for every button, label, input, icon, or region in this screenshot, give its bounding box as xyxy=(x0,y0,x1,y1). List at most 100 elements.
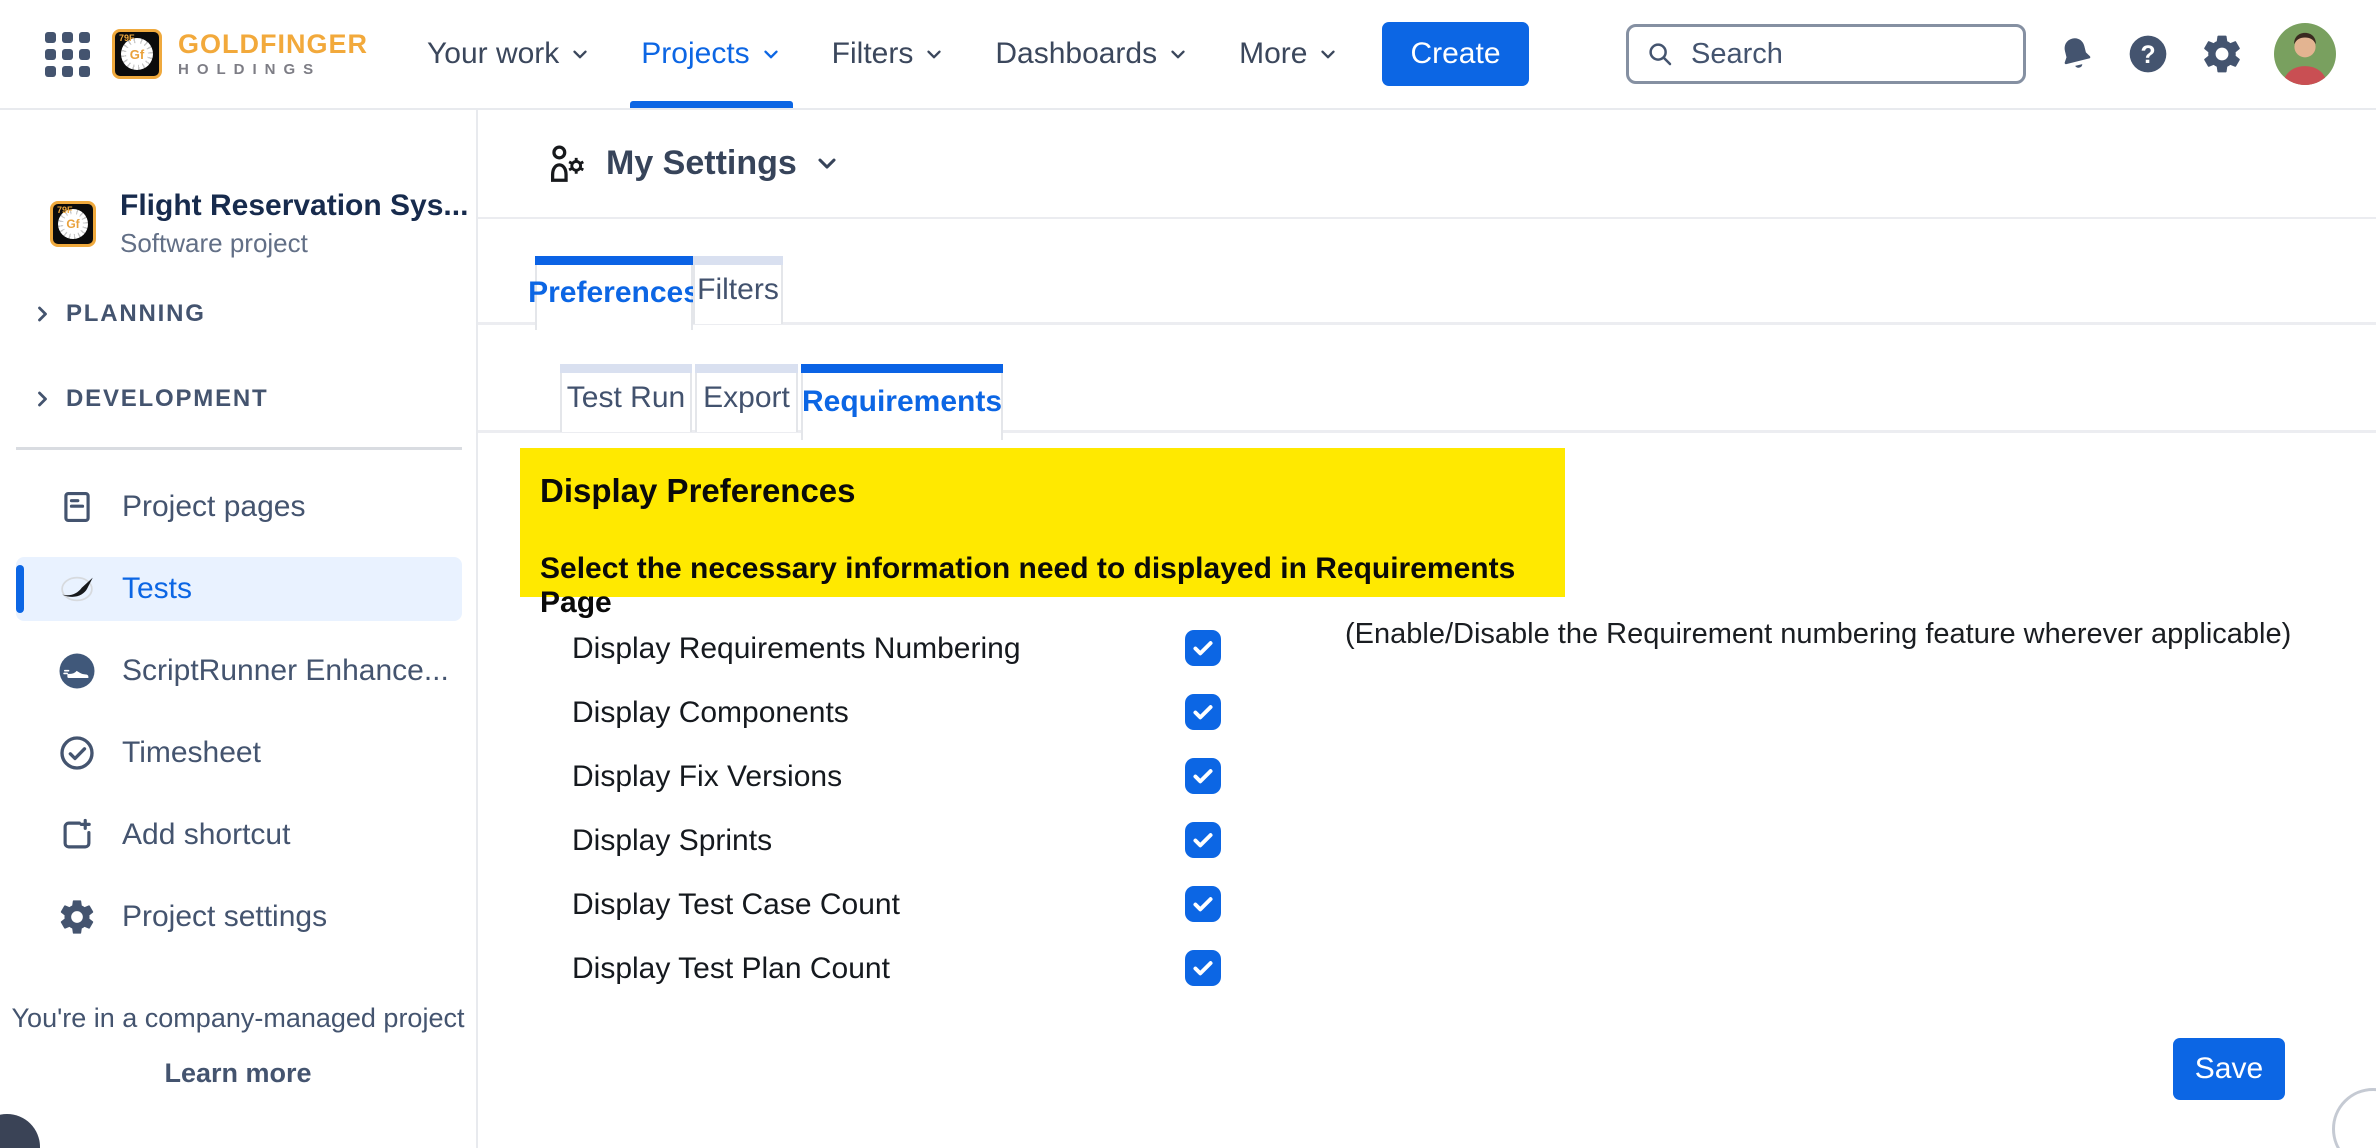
nav-projects[interactable]: Projects xyxy=(616,0,806,108)
sidebar-item-scriptrunner[interactable]: ScriptRunner Enhance... xyxy=(16,639,462,703)
requirements-numbering-note: (Enable/Disable the Requirement numberin… xyxy=(1345,618,2291,651)
preference-label: Display Test Plan Count xyxy=(572,952,890,986)
tab-label: Export xyxy=(703,381,790,415)
tab-preferences[interactable]: Preferences xyxy=(535,256,693,330)
search-icon xyxy=(1645,39,1675,69)
chevron-down-icon[interactable] xyxy=(813,149,841,177)
checkbox-display-test-case-count[interactable] xyxy=(1185,886,1221,922)
save-button[interactable]: Save xyxy=(2173,1038,2285,1100)
nav-more-label: More xyxy=(1239,37,1307,71)
learn-more-link[interactable]: Learn more xyxy=(0,1058,476,1089)
sidebar-item-timesheet[interactable]: Timesheet xyxy=(16,721,462,785)
brand-text: GOLDFINGER HOLDINGS xyxy=(178,31,368,77)
active-indicator-bar xyxy=(16,565,24,613)
nav-more[interactable]: More xyxy=(1214,0,1364,108)
scriptrunner-shoe-icon xyxy=(56,650,98,692)
project-type: Software project xyxy=(120,228,468,259)
project-header: 79F Gf Flight Reservation Sys... Softwar… xyxy=(50,188,468,259)
checkbox-display-components[interactable] xyxy=(1185,694,1221,730)
create-button[interactable]: Create xyxy=(1382,22,1528,86)
tab-filters[interactable]: Filters xyxy=(693,256,783,324)
brand-logo[interactable]: 79F Gf GOLDFINGER HOLDINGS xyxy=(112,29,368,79)
sidebar-item-label: ScriptRunner Enhance... xyxy=(122,654,449,688)
user-avatar[interactable] xyxy=(2274,23,2336,85)
sidebar-item-label: Project pages xyxy=(122,490,305,524)
floating-bubble-partial[interactable] xyxy=(2332,1088,2376,1148)
chevron-down-icon xyxy=(1317,43,1339,65)
add-shortcut-icon xyxy=(56,816,98,854)
my-settings-dropdown[interactable]: My Settings xyxy=(544,140,841,186)
gear-icon xyxy=(56,897,98,937)
tab-inactive-bar xyxy=(560,364,692,373)
sidebar-item-add-shortcut[interactable]: Add shortcut xyxy=(16,803,462,867)
checkbox-display-sprints[interactable] xyxy=(1185,822,1221,858)
help-icon[interactable]: ? xyxy=(2126,32,2170,76)
tab-inactive-bar xyxy=(695,364,798,373)
checkbox-display-test-plan-count[interactable] xyxy=(1185,950,1221,986)
search-box[interactable] xyxy=(1626,24,2026,84)
search-input[interactable] xyxy=(1689,37,2007,72)
sidebar-divider xyxy=(16,447,462,450)
display-preferences-banner: Display Preferences Select the necessary… xyxy=(520,448,1565,597)
checkbox-display-requirements-numbering[interactable] xyxy=(1185,630,1221,666)
chevron-down-icon xyxy=(923,43,945,65)
my-settings-icon xyxy=(544,140,590,186)
page-title: My Settings xyxy=(606,144,797,183)
nav-filters[interactable]: Filters xyxy=(807,0,971,108)
logo-monogram: Gf xyxy=(126,43,148,65)
main-content: My Settings Preferences Filters Test Run… xyxy=(478,110,2376,1148)
nav-projects-label: Projects xyxy=(641,37,749,71)
top-navigation: 79F Gf GOLDFINGER HOLDINGS Your work Pro… xyxy=(0,0,2376,110)
primary-nav: Your work Projects Filters Dashboards xyxy=(402,0,1364,108)
subtab-export[interactable]: Export xyxy=(695,364,798,432)
sidebar-section-label: PLANNING xyxy=(66,300,206,328)
sidebar-item-project-settings[interactable]: Project settings xyxy=(16,885,462,949)
subtab-test-run[interactable]: Test Run xyxy=(560,364,692,432)
tab-inactive-bar xyxy=(693,256,783,265)
project-avatar: 79F Gf xyxy=(50,201,96,247)
sidebar-section-planning[interactable]: PLANNING xyxy=(30,300,206,328)
sidebar-item-label: Add shortcut xyxy=(122,818,290,852)
app-switcher-icon[interactable] xyxy=(45,32,90,77)
notifications-bell-icon[interactable] xyxy=(2052,30,2100,78)
tab-label: Preferences xyxy=(528,276,700,310)
managed-project-message: You're in a company-managed project xyxy=(0,1003,476,1034)
tests-swoosh-icon xyxy=(56,568,98,610)
sidebar-section-label: DEVELOPMENT xyxy=(66,385,268,413)
chevron-down-icon xyxy=(760,43,782,65)
logo-corner-text: 79F xyxy=(119,33,135,43)
project-name: Flight Reservation Sys... xyxy=(120,188,468,224)
banner-subtitle: Select the necessary information need to… xyxy=(540,552,1565,620)
preference-label: Display Sprints xyxy=(572,824,772,858)
tab-label: Requirements xyxy=(802,385,1002,419)
goldfinger-logo-icon: 79F Gf xyxy=(112,29,162,79)
project-avatar-monogram: Gf xyxy=(63,214,83,234)
nav-dashboards-label: Dashboards xyxy=(995,37,1157,71)
header-divider xyxy=(478,217,2376,219)
project-sidebar: 79F Gf Flight Reservation Sys... Softwar… xyxy=(0,110,478,1148)
sidebar-item-label: Timesheet xyxy=(122,736,261,770)
nav-dashboards[interactable]: Dashboards xyxy=(970,0,1214,108)
floating-button-partial[interactable] xyxy=(0,1114,40,1148)
nav-filters-label: Filters xyxy=(832,37,914,71)
svg-text:?: ? xyxy=(2140,42,2155,69)
preference-label: Display Requirements Numbering xyxy=(572,632,1021,666)
chevron-down-icon xyxy=(569,43,591,65)
banner-title: Display Preferences xyxy=(540,472,1565,510)
preference-label: Display Components xyxy=(572,696,849,730)
sidebar-item-tests[interactable]: Tests xyxy=(16,557,462,621)
nav-your-work-label: Your work xyxy=(427,37,559,71)
sidebar-section-development[interactable]: DEVELOPMENT xyxy=(30,385,268,413)
sidebar-item-project-pages[interactable]: Project pages xyxy=(16,475,462,539)
settings-gear-icon[interactable] xyxy=(2200,32,2244,76)
subtab-requirements[interactable]: Requirements xyxy=(801,364,1003,440)
nav-your-work[interactable]: Your work xyxy=(402,0,616,108)
checkbox-display-fix-versions[interactable] xyxy=(1185,758,1221,794)
tab-active-bar xyxy=(801,364,1003,373)
pages-icon xyxy=(56,488,98,526)
chevron-right-icon xyxy=(30,302,54,326)
preference-label: Display Test Case Count xyxy=(572,888,900,922)
sidebar-item-label: Project settings xyxy=(122,900,327,934)
tab-label: Filters xyxy=(697,273,779,307)
tab-active-bar xyxy=(535,256,693,265)
